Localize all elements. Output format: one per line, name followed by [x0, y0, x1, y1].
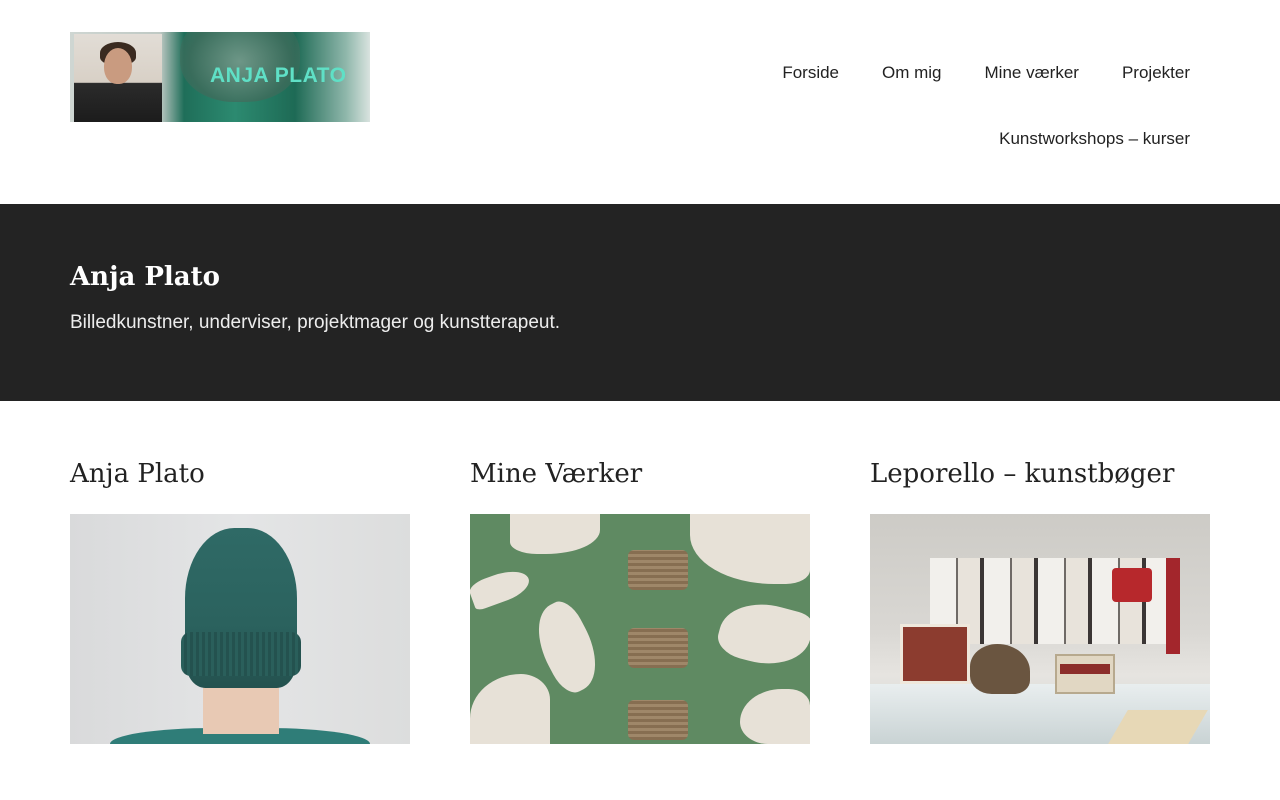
artwork-shape [510, 514, 600, 554]
feature-card-leporello: Leporello – kunstbøger [870, 401, 1210, 744]
red-figure-shape [1112, 568, 1152, 602]
logo-text: ANJA PLATO [210, 64, 347, 87]
artwork-shape [713, 593, 810, 675]
small-box-shape [1055, 654, 1115, 694]
bird-image-shape [970, 644, 1030, 694]
feature-title[interactable]: Leporello – kunstbøger [870, 459, 1210, 489]
main-navigation: Forside Om mig Mine værker Projekter Kun… [730, 0, 1190, 152]
nav-item-kunstworkshops[interactable]: Kunstworkshops – kurser [999, 126, 1190, 152]
feature-title[interactable]: Mine Værker [470, 459, 810, 489]
artwork-shape [470, 674, 550, 744]
artwork-shape [740, 689, 810, 744]
artwork-shape [690, 514, 810, 584]
logo-portrait-image [74, 34, 162, 122]
nav-row-secondary: Kunstworkshops – kurser [730, 126, 1190, 152]
nav-item-projekter[interactable]: Projekter [1122, 60, 1190, 86]
site-logo[interactable]: ANJA PLATO [70, 32, 370, 122]
feature-columns: Anja Plato Mine Værker Leporello – kunst… [70, 401, 1210, 800]
wood-texture-patch [628, 628, 688, 668]
feature-card-mine-vaerker: Mine Værker [470, 401, 810, 744]
hero-title: Anja Plato [70, 262, 221, 292]
logo-face-shape [104, 48, 132, 84]
wood-texture-patch [628, 550, 688, 590]
wood-texture-patch [628, 700, 688, 740]
feature-image-artwork[interactable] [470, 514, 810, 744]
feature-card-anja-plato: Anja Plato [70, 401, 410, 744]
red-book-cover [1166, 558, 1180, 654]
nav-row-primary: Forside Om mig Mine værker Projekter [730, 60, 1190, 86]
hat-fold-shape [181, 632, 301, 676]
nav-item-mine-vaerker[interactable]: Mine værker [985, 60, 1079, 86]
open-book-shape [900, 624, 970, 684]
hero-subtitle: Billedkunstner, underviser, projektmager… [70, 312, 561, 333]
feature-title[interactable]: Anja Plato [70, 459, 410, 489]
feature-image-leporello[interactable] [870, 514, 1210, 744]
nav-item-om-mig[interactable]: Om mig [882, 60, 942, 86]
artwork-shape [470, 564, 533, 612]
site-header: ANJA PLATO Forside Om mig Mine værker Pr… [0, 0, 1280, 204]
box-stripe-shape [1060, 664, 1110, 674]
feature-image-portrait[interactable] [70, 514, 410, 744]
nav-item-forside[interactable]: Forside [782, 60, 839, 86]
hero-banner: Anja Plato Billedkunstner, underviser, p… [0, 204, 1280, 401]
